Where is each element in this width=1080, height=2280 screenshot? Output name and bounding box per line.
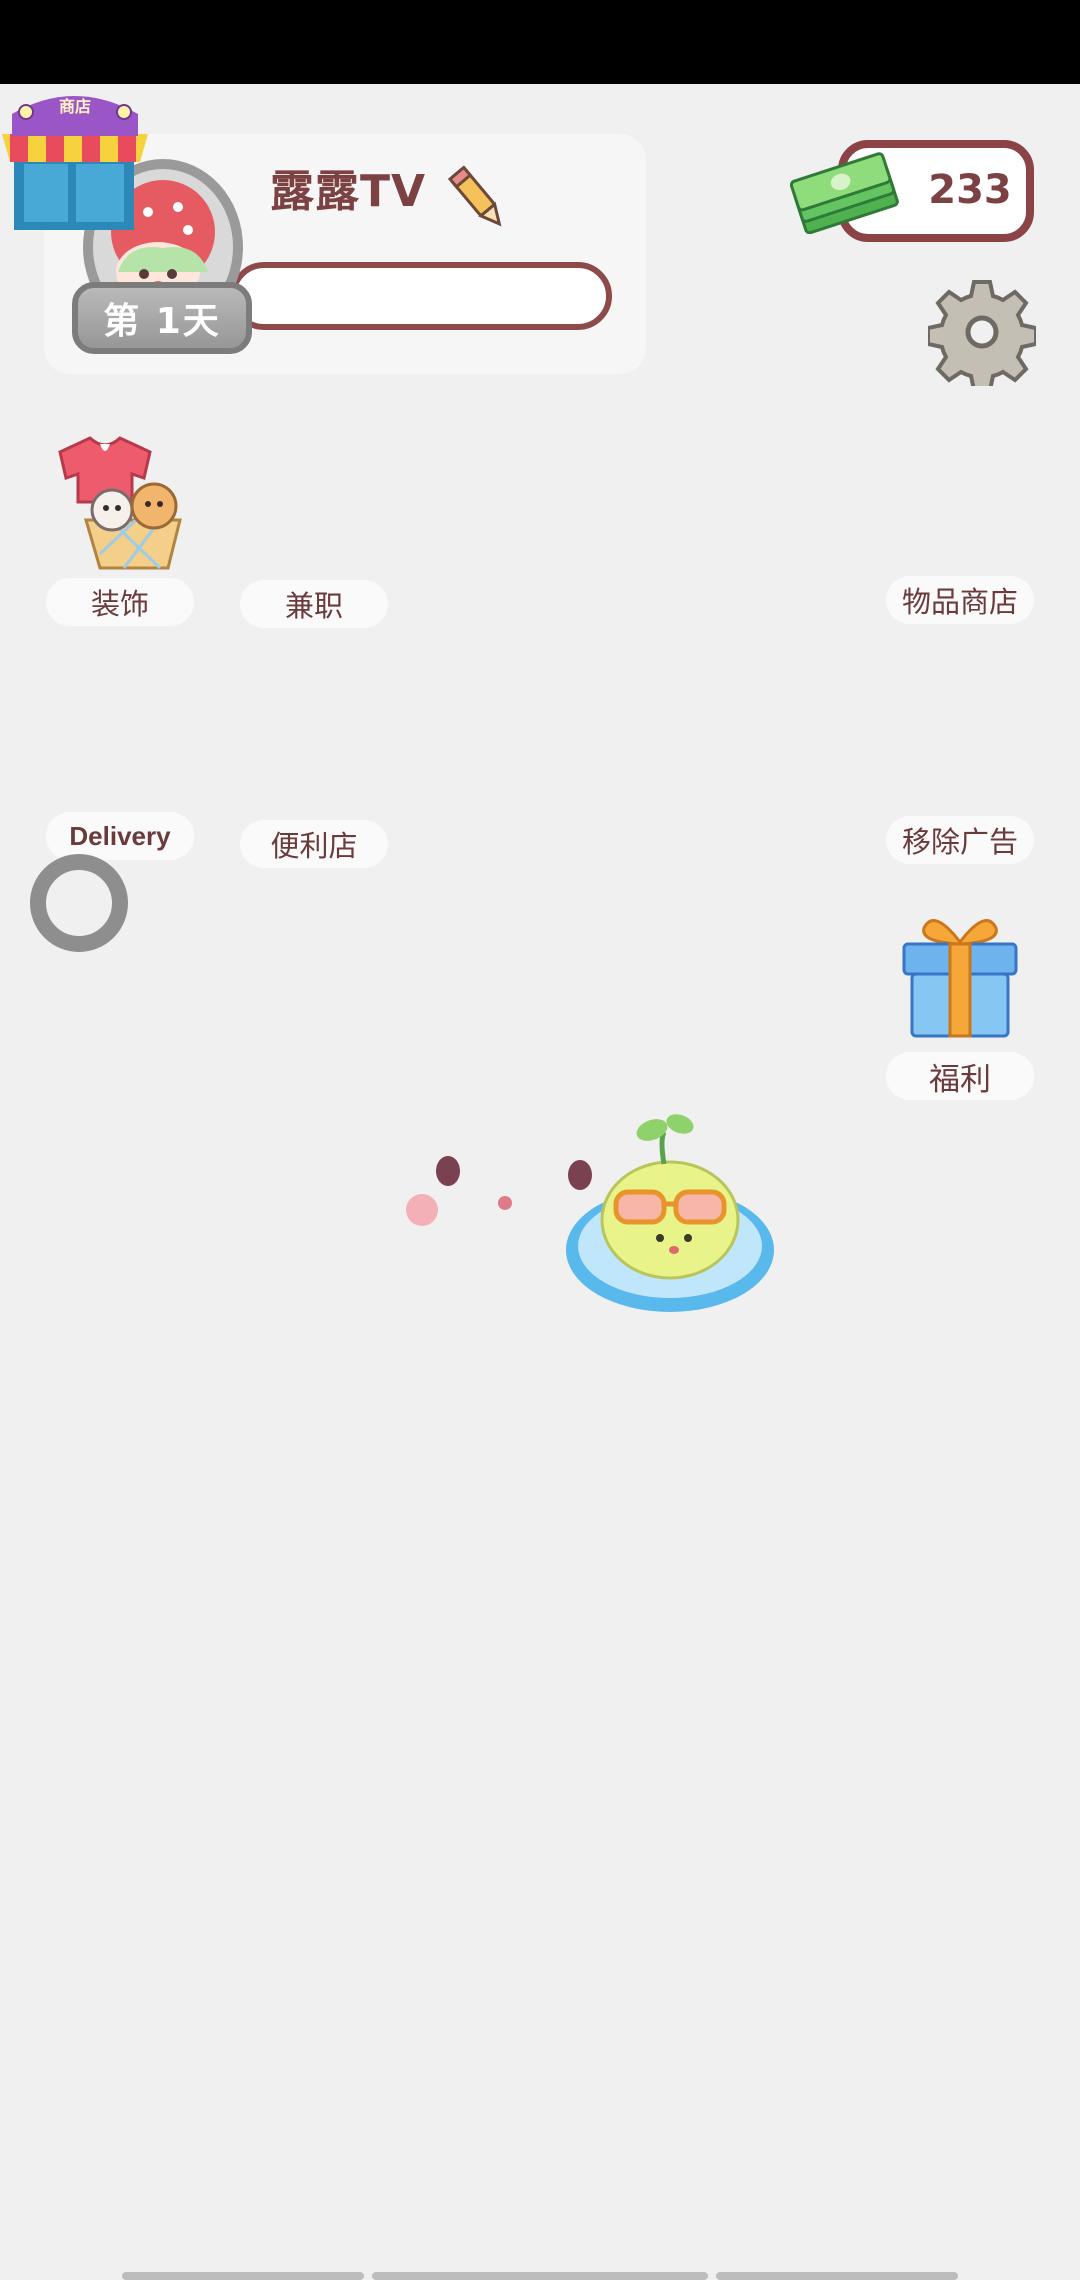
remove-ads-button[interactable]: 移除广告 <box>886 816 1034 864</box>
delivery-button[interactable]: Delivery <box>46 812 194 860</box>
day-badge: 第 1天 <box>72 282 252 354</box>
decor-dot <box>406 1194 438 1226</box>
decor-button[interactable]: 装饰 <box>46 578 194 626</box>
decor-dot <box>436 1156 460 1186</box>
shop-sign: 商店 <box>59 97 91 116</box>
cash-stack-icon <box>790 152 899 234</box>
money-amount: 233 <box>928 167 1012 213</box>
player-name: 露露TV <box>270 166 427 217</box>
shop-icon[interactable]: 商店 <box>0 84 150 234</box>
decoration-icon[interactable] <box>50 432 190 572</box>
pencil-icon[interactable] <box>440 162 516 238</box>
status-bar <box>0 0 1080 84</box>
convenience-store-button[interactable]: 便利店 <box>240 820 388 868</box>
gift-icon[interactable] <box>894 908 1026 1040</box>
part-time-button[interactable]: 兼职 <box>240 580 388 628</box>
bottom-nav-indicator <box>122 2272 364 2280</box>
bottom-nav-indicator <box>372 2272 708 2280</box>
welfare-button[interactable]: 福利 <box>886 1052 1034 1100</box>
gear-icon[interactable] <box>928 278 1036 386</box>
progress-bar <box>230 262 612 330</box>
loading-ring[interactable] <box>30 854 128 952</box>
bottom-nav-indicator <box>716 2272 958 2280</box>
sprout-character[interactable] <box>560 1110 780 1320</box>
decor-dot <box>498 1196 512 1210</box>
item-shop-button[interactable]: 物品商店 <box>886 576 1034 624</box>
